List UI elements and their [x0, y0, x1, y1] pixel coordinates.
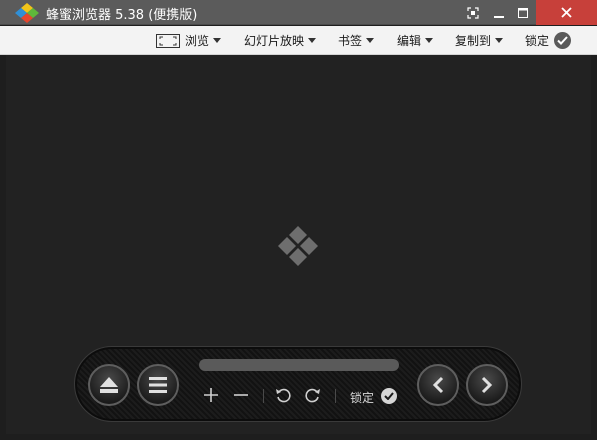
menu-browse-label: 浏览 — [185, 34, 210, 48]
menu-slideshow-label: 幻灯片放映 — [244, 34, 305, 48]
menu-slideshow[interactable]: 幻灯片放映 — [244, 26, 317, 55]
menu-edit[interactable]: 编辑 — [397, 26, 434, 55]
toolbar-divider — [263, 389, 264, 403]
check-icon — [554, 32, 572, 49]
chevron-down-icon — [213, 38, 222, 43]
chevron-left-icon — [432, 376, 444, 394]
fullscreen-icon — [467, 6, 479, 19]
menu-lock[interactable]: 锁定 — [525, 26, 572, 55]
menu-browse[interactable]: 浏览 — [156, 26, 222, 55]
chevron-down-icon — [366, 38, 375, 43]
maximize-icon — [518, 7, 528, 18]
zoom-out-button[interactable] — [233, 385, 249, 405]
menu-copy-to-label: 复制到 — [455, 34, 492, 48]
previous-button[interactable] — [417, 364, 459, 406]
menu-bookmarks[interactable]: 书签 — [338, 26, 375, 55]
minus-icon — [234, 394, 248, 396]
hamburger-icon — [149, 377, 167, 393]
progress-slider[interactable] — [199, 359, 399, 371]
menu-copy-to[interactable]: 复制到 — [455, 26, 504, 55]
fullscreen-button[interactable] — [460, 0, 486, 25]
rotate-left-icon — [276, 388, 291, 403]
chevron-down-icon — [425, 38, 434, 43]
rotate-right-button[interactable] — [304, 385, 322, 405]
fullscreen-frame-icon — [156, 33, 180, 48]
minimize-button[interactable] — [486, 0, 512, 25]
honeyview-placeholder-icon — [273, 224, 323, 268]
window-title: 蜂蜜浏览器 5.38 (便携版) — [46, 8, 198, 23]
toolbar-divider — [335, 389, 336, 403]
title-bar: 蜂蜜浏览器 5.38 (便携版) — [0, 0, 597, 25]
app-logo-icon — [14, 2, 40, 24]
minimize-icon — [494, 15, 504, 18]
toolbar-lock-label[interactable]: 锁定 — [350, 389, 374, 406]
open-button[interactable] — [88, 364, 130, 406]
menu-bookmarks-label: 书签 — [338, 34, 363, 48]
chevron-down-icon — [495, 38, 504, 43]
chevron-right-icon — [481, 376, 493, 394]
close-icon — [561, 7, 572, 18]
next-button[interactable] — [466, 364, 508, 406]
menu-button[interactable] — [137, 364, 179, 406]
menu-bar: 浏览 幻灯片放映 书签 编辑 复制到 锁定 — [0, 26, 597, 55]
zoom-in-button[interactable] — [203, 385, 219, 405]
plus-icon — [204, 388, 218, 402]
rotate-right-icon — [305, 388, 320, 403]
eject-icon — [100, 377, 118, 393]
check-icon[interactable] — [381, 388, 397, 404]
rotate-left-button[interactable] — [274, 385, 292, 405]
floating-toolbar: 锁定 — [74, 346, 522, 422]
menu-lock-label: 锁定 — [525, 34, 550, 48]
menu-edit-label: 编辑 — [397, 34, 422, 48]
chevron-down-icon — [308, 38, 317, 43]
maximize-button[interactable] — [510, 0, 536, 25]
close-button[interactable] — [536, 0, 597, 25]
